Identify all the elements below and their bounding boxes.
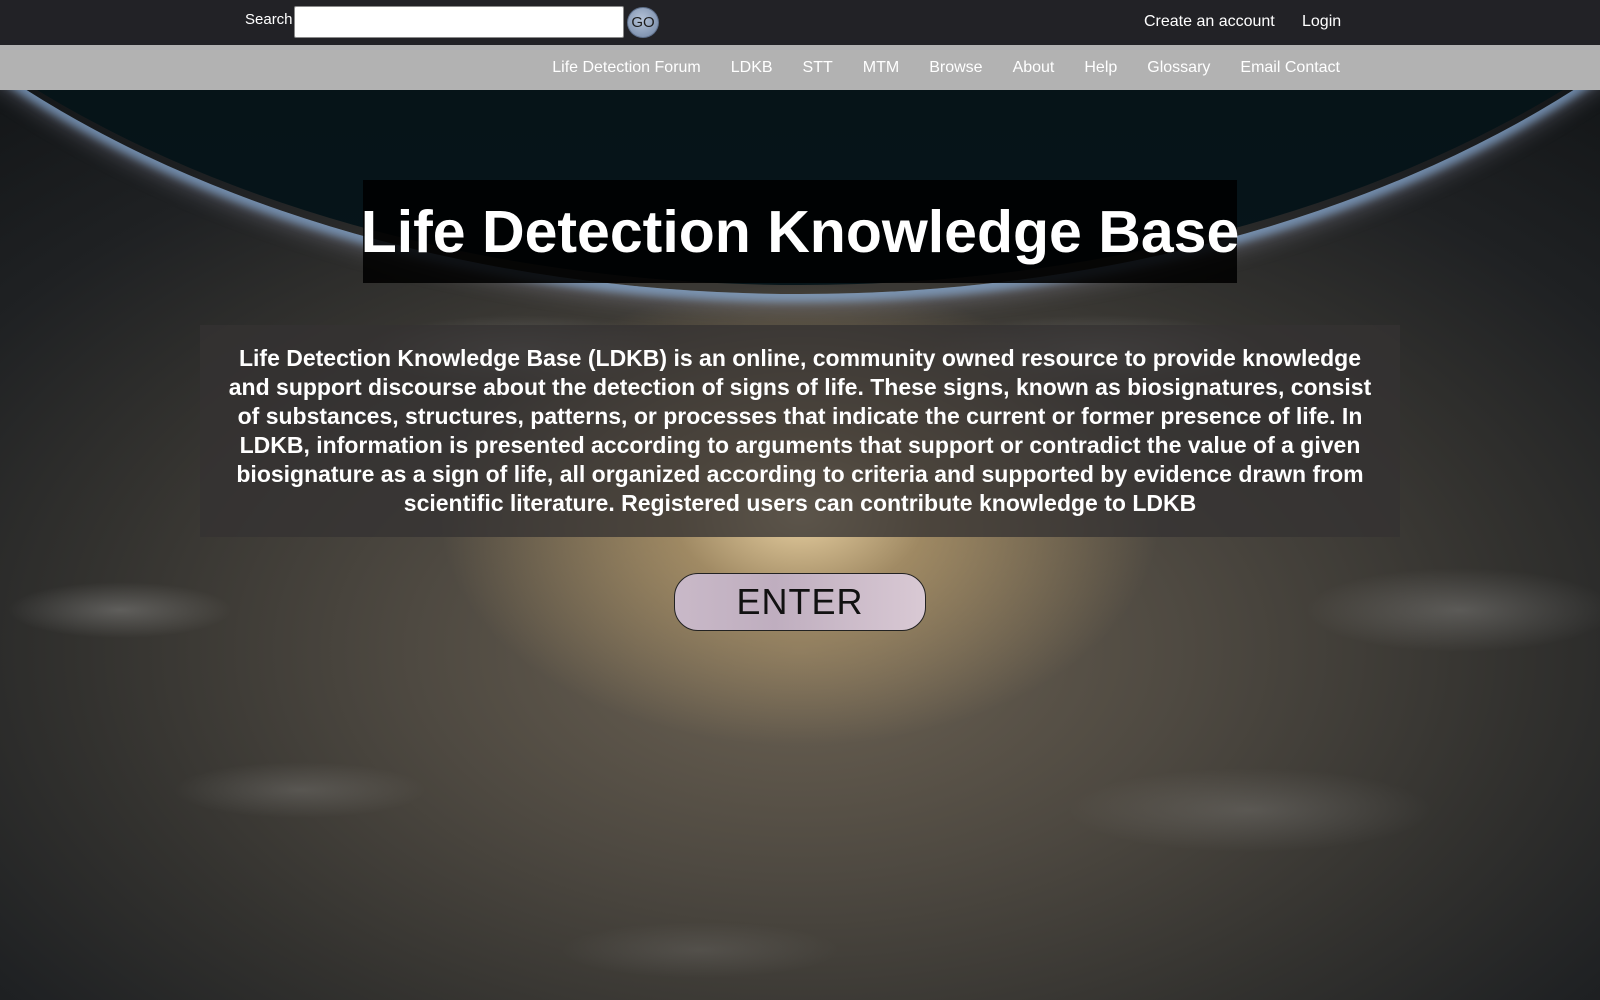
nav-item: MTM xyxy=(863,59,899,77)
enter-button[interactable]: ENTER xyxy=(674,573,926,631)
nav-item: Life Detection Forum xyxy=(552,59,701,77)
main-nav: Life Detection Forum LDKB STT MTM Browse… xyxy=(0,45,1600,90)
nav-item-glossary[interactable]: Glossary xyxy=(1147,59,1210,76)
go-button[interactable]: GO xyxy=(627,7,659,38)
nav-item-email-contact[interactable]: Email Contact xyxy=(1240,59,1340,76)
title-banner: Life Detection Knowledge Base xyxy=(360,180,1240,283)
nav-item: Browse xyxy=(929,59,982,77)
nav-item-life-detection-forum[interactable]: Life Detection Forum xyxy=(552,59,701,76)
nav-item-about[interactable]: About xyxy=(1013,59,1055,76)
nav-item-mtm[interactable]: MTM xyxy=(863,59,899,76)
login-link[interactable]: Login xyxy=(1302,13,1341,31)
search-input[interactable] xyxy=(294,6,624,38)
nav-item-ldkb[interactable]: LDKB xyxy=(731,59,773,76)
nav-item: STT xyxy=(803,59,833,77)
nav-item-browse[interactable]: Browse xyxy=(929,59,982,76)
top-bar: Search GO Create an account Login xyxy=(0,0,1600,45)
nav-item-help[interactable]: Help xyxy=(1084,59,1117,76)
nav-item: About xyxy=(1013,59,1055,77)
nav-list: Life Detection Forum LDKB STT MTM Browse… xyxy=(552,45,1340,90)
create-account-link[interactable]: Create an account xyxy=(1144,13,1275,31)
nav-item-stt[interactable]: STT xyxy=(803,59,833,76)
search-label: Search xyxy=(245,11,293,28)
description-text: Life Detection Knowledge Base (LDKB) is … xyxy=(228,345,1372,516)
nav-item: Email Contact xyxy=(1240,59,1340,77)
nav-item: LDKB xyxy=(731,59,773,77)
hero-section: Life Detection Knowledge Base Life Detec… xyxy=(0,90,1600,1000)
description-panel: Life Detection Knowledge Base (LDKB) is … xyxy=(200,325,1400,537)
page-title: Life Detection Knowledge Base xyxy=(360,198,1240,265)
nav-item: Glossary xyxy=(1147,59,1210,77)
nav-item: Help xyxy=(1084,59,1117,77)
